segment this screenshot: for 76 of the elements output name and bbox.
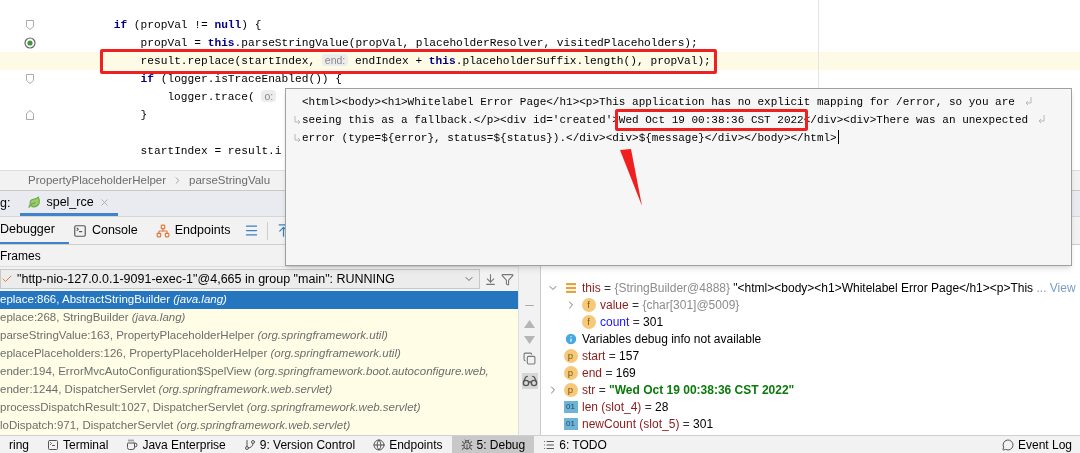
frame-item[interactable]: ender:1244, DispatcherServlet (org.springframework.web.servlet): [0, 381, 518, 399]
fold-icon[interactable]: [26, 20, 34, 30]
tool-window-button[interactable]: Event Log: [993, 435, 1080, 453]
object-icon: [564, 281, 577, 294]
code-line: propVal = this.parseStringValue(propVal, placeholderResolver, visitedPlaceholders);: [140, 35, 698, 51]
popup-text-line: <html><body><h1>Whitelabel Error Page</h1><p>This application has no explicit mapping for /error, so you are: [302, 94, 1015, 110]
down-triangle-icon[interactable]: [524, 336, 535, 344]
breadcrumb-item[interactable]: PropertyPlaceholderHelper: [28, 171, 167, 190]
copy-icon[interactable]: [523, 352, 536, 365]
step-icon[interactable]: [484, 272, 497, 286]
frame-item[interactable]: loDispatch:971, DispatcherServlet (org.springframework.web.servlet): [0, 417, 518, 435]
variable-text: start = 157: [582, 347, 640, 365]
tool-icon: [373, 438, 386, 451]
fold-icon[interactable]: [26, 110, 34, 120]
frame-item[interactable]: ender:194, ErrorMvcAutoConfiguration$SpelView (org.springframework.boot.autoconfigure.web,: [0, 363, 518, 381]
variable-type-badge: 01: [563, 400, 578, 413]
tool-window-button[interactable]: 9: Version Control: [234, 436, 365, 453]
endpoints-icon: [155, 223, 170, 238]
thread-dropdown[interactable]: "http-nio-127.0.0.1-9091-exec-1"@4,665 in group "main": RUNNING: [0, 269, 480, 289]
tool-window-button[interactable]: 5: Debug: [451, 436, 535, 453]
watches-icon[interactable]: [521, 373, 538, 389]
tool-window-button[interactable]: ring: [0, 436, 38, 453]
variable-type-badge: p: [563, 348, 578, 363]
tool-icon: [460, 438, 473, 451]
tool-icon: [47, 438, 59, 451]
variable-text: newCount (slot_5) = 301: [582, 415, 714, 433]
variable-text: this = {StringBuilder@4888} "<html><body><h1>Whitelabel Error Page</h1><p>This ... View: [582, 279, 1076, 297]
breadcrumb-item[interactable]: parseStringValu: [189, 171, 271, 190]
variable-type-badge: 01: [563, 417, 578, 430]
check-icon: [1, 273, 13, 285]
tool-window-button[interactable]: 6: TODO: [534, 436, 616, 453]
variable-text: value = {char[301]@5009}: [600, 296, 740, 314]
frame-item[interactable]: processDispatchResult:1027, DispatcherServlet (org.springframework.web.servlet): [0, 399, 518, 417]
up-triangle-icon[interactable]: [524, 320, 535, 328]
debug-tab[interactable]: Console: [68, 217, 152, 244]
annotation-arrow: [620, 149, 642, 206]
code-line: if (logger.isTraceEnabled()) {: [140, 71, 342, 87]
wrap-continuation-icon: [293, 115, 301, 125]
close-icon[interactable]: [98, 196, 110, 208]
variable-text: end = 169: [582, 364, 636, 382]
tool-window-button[interactable]: Endpoints: [364, 436, 452, 453]
console-icon: [72, 223, 87, 238]
variable-text: count = 301: [600, 313, 664, 331]
filter-icon[interactable]: [501, 272, 514, 286]
tool-icon: [126, 438, 139, 451]
info-message: Variables debug info not available: [582, 330, 762, 348]
code-line: logger.trace( o:: [167, 88, 277, 106]
event-log-icon: [1001, 438, 1014, 451]
tool-window-button[interactable]: Terminal: [38, 436, 118, 453]
fold-icon[interactable]: [26, 74, 34, 84]
wrap-continuation-icon: [293, 133, 301, 143]
step-marker-icon: [24, 37, 36, 49]
panel-label: g:: [0, 195, 12, 213]
leaf-icon: [28, 195, 42, 209]
tool-window-button[interactable]: Java Enterprise: [117, 436, 235, 453]
variable-type-badge: p: [563, 382, 578, 397]
tool-icon: [243, 438, 256, 451]
code-line: }: [140, 107, 148, 123]
menu-icon[interactable]: [244, 223, 260, 238]
code-line: result.replace(startIndex, end: endIndex + this.placeholderSuffix.length(), propVal);: [140, 52, 711, 69]
variable-text: str = "Wed Oct 19 00:38:36 CST 2022": [582, 381, 795, 399]
code-line: if (propVal != null) {: [113, 17, 262, 33]
text-cursor: [837, 129, 839, 144]
variable-text: len (slot_4) = 28: [582, 398, 669, 416]
variable-type-badge: f: [581, 314, 596, 329]
variable-type-badge: f: [581, 297, 596, 312]
popup-text-line: error (type=${error}, status=${status}).</div><div>${message}</div></body></html>: [302, 130, 837, 146]
tool-icon: [543, 438, 556, 451]
frame-item[interactable]: eplace:268, StringBuilder (java.lang): [0, 309, 518, 327]
info-icon: [563, 331, 578, 346]
frame-item[interactable]: parseStringValue:163, PropertyPlaceholderHelper (org.springframework.util): [0, 327, 518, 345]
frame-item[interactable]: eplace:866, AbstractStringBuilder (java.lang): [0, 291, 518, 309]
variable-type-badge: p: [563, 365, 578, 380]
code-line: startIndex = result.i: [140, 143, 282, 159]
debug-tab[interactable]: Endpoints: [151, 217, 245, 244]
frame-item[interactable]: eplacePlaceholders:126, PropertyPlaceholderHelper (org.springframework.util): [0, 345, 518, 363]
